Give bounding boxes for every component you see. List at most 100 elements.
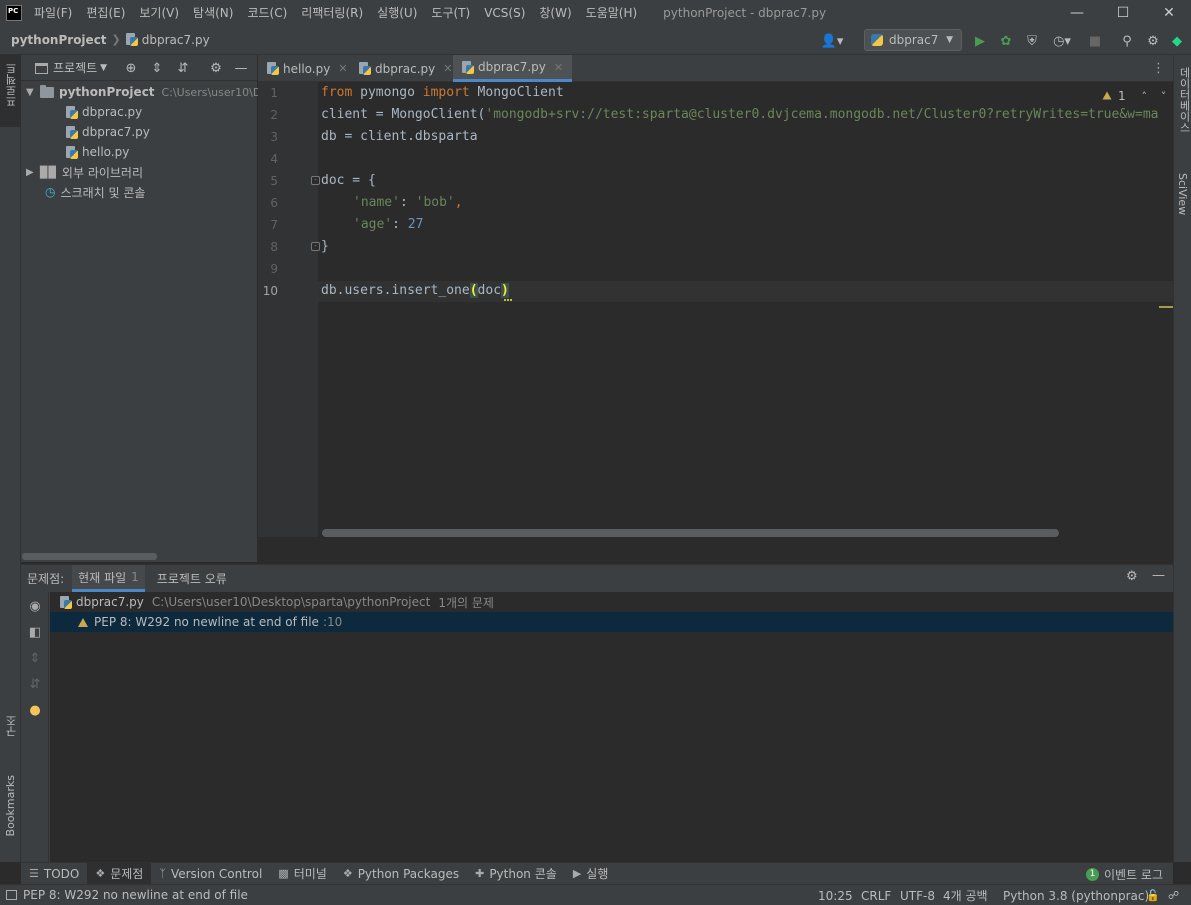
status-interpreter[interactable]: Python 3.8 (pythonprac): [1003, 885, 1149, 905]
fold-marker-icon[interactable]: -: [311, 176, 320, 185]
status-caret-position[interactable]: 10:25: [818, 885, 853, 905]
jetbrains-toolbox-icon[interactable]: ◆: [1169, 33, 1185, 49]
search-icon[interactable]: ⚲: [1119, 33, 1135, 49]
right-tool-stripe: 데이터베이스 SciView: [1173, 55, 1191, 862]
gear-icon[interactable]: ⚙: [208, 60, 224, 76]
chevron-down-icon[interactable]: ▼: [26, 87, 40, 98]
tool-problems[interactable]: ❖ 문제점: [87, 862, 152, 885]
chevron-down-icon[interactable]: ▼: [100, 63, 107, 73]
hide-panel-icon[interactable]: —: [1152, 568, 1165, 583]
expand-all-icon[interactable]: ⇕: [149, 60, 165, 76]
eye-icon[interactable]: ◉: [27, 598, 43, 614]
chevron-right-icon[interactable]: ▶: [26, 167, 40, 178]
gear-icon[interactable]: ⚙: [1145, 33, 1161, 49]
code-editor[interactable]: from pymongo import MongoClient client =…: [318, 82, 1173, 537]
chevron-up-icon[interactable]: ˄: [1141, 90, 1147, 103]
inspection-widget[interactable]: 1 ˄ ˅: [1102, 89, 1166, 103]
menu-window[interactable]: 창(W): [539, 4, 571, 21]
close-tab-icon[interactable]: ✕: [338, 62, 347, 75]
minimize-icon[interactable]: —: [1054, 0, 1100, 25]
lightbulb-icon[interactable]: ●: [27, 702, 43, 718]
tool-python-console[interactable]: ✚ Python 콘솔: [467, 863, 565, 885]
tab-current-file[interactable]: 현재 파일 1: [72, 565, 145, 592]
stop-icon[interactable]: ■: [1087, 33, 1103, 49]
menu-refactor[interactable]: 리팩터링(R): [301, 4, 363, 21]
close-tab-icon[interactable]: ✕: [443, 62, 452, 75]
event-log-label: 이벤트 로그: [1103, 867, 1163, 882]
git-icon[interactable]: ☍: [1168, 885, 1179, 905]
breadcrumb-project[interactable]: pythonProject: [11, 33, 107, 47]
project-panel-title[interactable]: 프로젝트: [53, 59, 97, 76]
tab-hello-py[interactable]: hello.py ✕: [258, 55, 357, 82]
problem-item-row[interactable]: PEP 8: W292 no newline at end of file :1…: [50, 612, 1173, 632]
locate-file-icon[interactable]: ⊕: [123, 60, 139, 76]
status-indent[interactable]: 4개 공백: [943, 885, 988, 905]
menu-vcs[interactable]: VCS(S): [484, 6, 525, 20]
database-tool-label[interactable]: 데이터베이스: [1176, 67, 1191, 133]
breadcrumb-file[interactable]: dbprac7.py: [142, 33, 210, 47]
library-icon: ▉▉: [40, 165, 57, 179]
tab-dbprac-py[interactable]: dbprac.py ✕: [350, 55, 462, 82]
tab-project-errors[interactable]: 프로젝트 오류: [151, 565, 233, 592]
tree-item-scratches[interactable]: ◷ 스크래치 및 콘솔: [45, 182, 145, 202]
maximize-icon[interactable]: ☐: [1100, 0, 1146, 25]
problem-file-row[interactable]: dbprac7.py C:\Users\user10\Desktop\spart…: [50, 592, 1173, 612]
status-line-separator[interactable]: CRLF: [861, 885, 891, 905]
toggle-tool-windows-icon[interactable]: [6, 890, 17, 900]
tool-version-control[interactable]: ᛉ Version Control: [151, 863, 270, 885]
tab-label: dbprac7.py: [478, 60, 546, 74]
tool-run[interactable]: ▶ 실행: [565, 863, 617, 885]
gear-icon[interactable]: ⚙: [1126, 569, 1138, 584]
left-tool-stripe: 프로젝트 구조 Bookmarks: [0, 55, 21, 862]
menu-navigate[interactable]: 탐색(N): [193, 4, 233, 21]
preview-icon[interactable]: ◧: [27, 624, 43, 640]
account-icon[interactable]: 👤▾: [818, 33, 846, 49]
profile-icon[interactable]: ◷▾: [1048, 33, 1076, 49]
run-configuration-select[interactable]: dbprac7 ▼: [864, 29, 962, 51]
tree-item-file[interactable]: hello.py: [66, 142, 129, 162]
pycharm-logo-icon: PC: [6, 4, 22, 21]
sciview-tool-label[interactable]: SciView: [1176, 173, 1189, 215]
project-horizontal-scrollbar[interactable]: [22, 553, 157, 560]
code-line-6: 'name': 'bob',: [353, 195, 463, 210]
chevron-down-icon[interactable]: ˅: [1161, 90, 1167, 103]
tree-item-external-libraries[interactable]: ▶ ▉▉ 외부 라이브러리: [26, 162, 143, 182]
warning-squiggle: [504, 299, 512, 301]
tool-terminal[interactable]: ▩ 터미널: [270, 863, 335, 885]
menu-code[interactable]: 코드(C): [247, 4, 287, 21]
menu-tools[interactable]: 도구(T): [431, 4, 470, 21]
expand-all-icon[interactable]: ⇕: [27, 650, 43, 666]
tool-todo[interactable]: ☰ TODO: [21, 863, 87, 885]
tool-python-packages[interactable]: ❖ Python Packages: [335, 863, 467, 885]
menu-file[interactable]: 파일(F): [34, 4, 72, 21]
menu-run[interactable]: 실행(U): [377, 4, 417, 21]
menu-view[interactable]: 보기(V): [139, 4, 179, 21]
coverage-icon[interactable]: ⛨: [1024, 33, 1040, 49]
status-encoding[interactable]: UTF-8: [900, 885, 935, 905]
run-icon[interactable]: ▶: [972, 33, 988, 49]
close-tab-icon[interactable]: ✕: [554, 61, 563, 74]
bookmarks-tool-label[interactable]: Bookmarks: [4, 775, 17, 836]
debug-icon[interactable]: ✿: [998, 33, 1014, 49]
fold-marker-icon[interactable]: -: [311, 242, 320, 251]
editor-horizontal-scrollbar[interactable]: [322, 529, 1059, 537]
menu-help[interactable]: 도움말(H): [586, 4, 638, 21]
tree-item-project-root[interactable]: ▼ pythonProject C:\Users\user10\D: [26, 82, 261, 102]
close-icon[interactable]: ✕: [1146, 0, 1191, 25]
collapse-all-icon[interactable]: ⇵: [27, 676, 43, 692]
lock-icon[interactable]: 🔓: [1146, 885, 1160, 905]
tool-event-log[interactable]: 1 이벤트 로그: [1085, 863, 1163, 885]
menu-edit[interactable]: 편집(E): [86, 4, 125, 21]
event-log-badge: 1: [1085, 867, 1099, 881]
tab-dbprac7-py[interactable]: dbprac7.py ✕: [453, 55, 573, 82]
problem-file-count: 1개의 문제: [438, 595, 494, 610]
collapse-all-icon[interactable]: ⇵: [175, 60, 191, 76]
tree-item-file[interactable]: dbprac7.py: [66, 122, 150, 142]
project-tool-button[interactable]: 프로젝트: [0, 55, 21, 127]
hide-panel-icon[interactable]: —: [233, 60, 249, 76]
error-stripe-marker[interactable]: [1159, 306, 1173, 308]
structure-tool-label[interactable]: 구조: [4, 715, 20, 737]
python-file-icon: [359, 62, 371, 75]
more-tabs-icon[interactable]: ⋮: [1152, 61, 1165, 76]
tree-item-file[interactable]: dbprac.py: [66, 102, 142, 122]
